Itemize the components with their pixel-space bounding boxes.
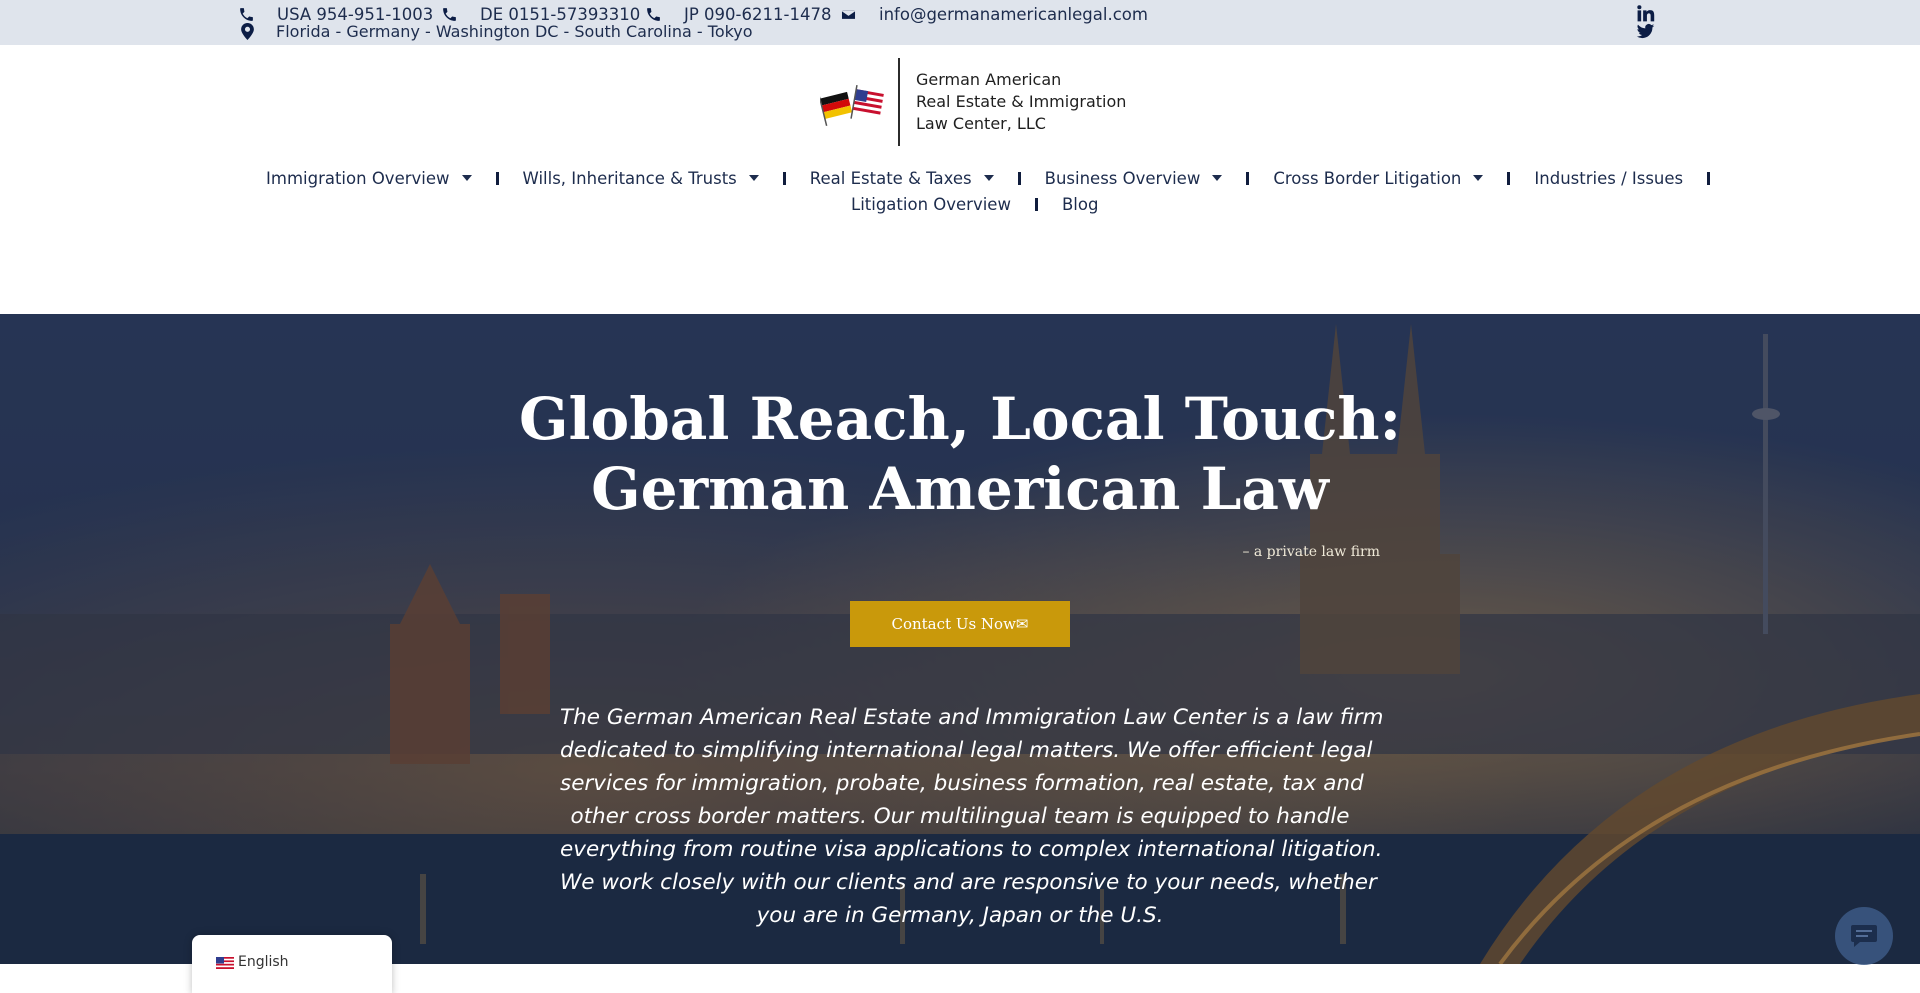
nav-separator xyxy=(1707,171,1711,185)
locations-label: Florida - Germany - Washington DC - Sout… xyxy=(276,21,753,41)
hero-description: The German American Real Estate and Immi… xyxy=(560,701,1384,932)
phone-icon xyxy=(443,7,456,21)
logo-line-2: Real Estate & Immigration xyxy=(916,92,1127,111)
nav-separator xyxy=(1017,171,1021,185)
hero-title-line-1: Global Reach, Local Touch: xyxy=(518,385,1401,453)
nav-label: Immigration Overview xyxy=(266,168,450,188)
map-marker-icon xyxy=(241,22,254,40)
language-switcher[interactable]: English xyxy=(192,935,392,993)
nav-separator xyxy=(1034,197,1038,211)
nav-row-1: Immigration Overview Wills, Inheritance … xyxy=(266,164,1734,192)
nav-label: Blog xyxy=(1061,194,1099,214)
caret-down-icon xyxy=(983,175,994,181)
office-locations: Florida - Germany - Washington DC - Sout… xyxy=(241,21,753,41)
logo-line-3: Law Center, LLC xyxy=(916,114,1046,133)
nav-label: Cross Border Litigation xyxy=(1273,168,1462,188)
language-label: English xyxy=(238,954,289,970)
nav-separator xyxy=(782,171,786,185)
us-flag-icon xyxy=(216,957,234,969)
hero-description-line: you are in Germany, Japan or the U.S. xyxy=(756,903,1164,928)
nav-wills-inheritance-trusts[interactable]: Wills, Inheritance & Trusts xyxy=(523,169,759,188)
nav-label: Litigation Overview xyxy=(851,194,1011,214)
linkedin-icon xyxy=(1637,5,1655,22)
logo-text: German American Real Estate & Immigratio… xyxy=(916,69,1126,135)
linkedin-link[interactable] xyxy=(1636,4,1655,23)
hero-title-line-2: German American Law xyxy=(591,455,1329,523)
hero-description-line: everything from routine visa application… xyxy=(560,837,1383,862)
caret-down-icon xyxy=(1473,175,1484,181)
caret-down-icon xyxy=(1212,175,1223,181)
hero-tagline: – a private law firm xyxy=(1242,544,1380,560)
chat-widget-button[interactable] xyxy=(1835,907,1893,965)
contact-us-button[interactable]: Contact Us Now✉ xyxy=(850,601,1070,647)
nav-cross-border-litigation[interactable]: Cross Border Litigation xyxy=(1273,168,1484,188)
top-contact-bar: USA 954-951-1003 DE 0151-57393310 JP 090… xyxy=(0,0,1920,45)
twitter-icon xyxy=(1636,23,1655,39)
nav-immigration-overview[interactable]: Immigration Overview xyxy=(266,169,472,188)
hero-description-line: The German American Real Estate and Immi… xyxy=(560,705,1384,730)
nav-blog[interactable]: Blog xyxy=(1062,195,1098,214)
nav-label: Real Estate & Taxes xyxy=(809,168,972,188)
chat-icon xyxy=(1851,925,1877,947)
german-american-flags-icon xyxy=(820,85,884,127)
hero-title: Global Reach, Local Touch: German Americ… xyxy=(460,384,1460,524)
nav-industries-issues[interactable]: Industries / Issues xyxy=(1534,169,1683,188)
nav-separator xyxy=(495,171,499,185)
hero-description-line: other cross border matters. Our multilin… xyxy=(570,804,1350,829)
hero-section: Global Reach, Local Touch: German Americ… xyxy=(0,314,1920,964)
caret-down-icon xyxy=(461,175,472,181)
logo-line-1: German American xyxy=(916,70,1062,89)
nav-label: Business Overview xyxy=(1044,168,1201,188)
nav-separator xyxy=(1507,171,1511,185)
email-link[interactable]: info@germanamericanlegal.com xyxy=(840,3,1148,25)
site-logo[interactable]: German American Real Estate & Immigratio… xyxy=(820,58,1126,146)
envelope-icon xyxy=(840,8,857,20)
phone-icon xyxy=(647,7,660,21)
twitter-link[interactable] xyxy=(1636,22,1655,41)
phone-icon xyxy=(240,7,253,21)
logo-divider xyxy=(898,58,900,146)
hero-description-line: dedicated to simplifying international l… xyxy=(560,738,1373,763)
nav-row-2: Litigation Overview Blog xyxy=(851,190,1098,218)
caret-down-icon xyxy=(748,175,759,181)
nav-real-estate-taxes[interactable]: Real Estate & Taxes xyxy=(810,169,994,188)
hero-description-line: services for immigration, probate, busin… xyxy=(560,771,1364,796)
nav-separator xyxy=(1246,171,1250,185)
hero-description-line: We work closely with our clients and are… xyxy=(560,870,1377,895)
nav-business-overview[interactable]: Business Overview xyxy=(1045,169,1223,188)
nav-litigation-overview[interactable]: Litigation Overview xyxy=(851,195,1011,214)
nav-label: Industries / Issues xyxy=(1534,168,1684,188)
email-label: info@germanamericanlegal.com xyxy=(879,4,1148,24)
nav-label: Wills, Inheritance & Trusts xyxy=(522,168,737,188)
